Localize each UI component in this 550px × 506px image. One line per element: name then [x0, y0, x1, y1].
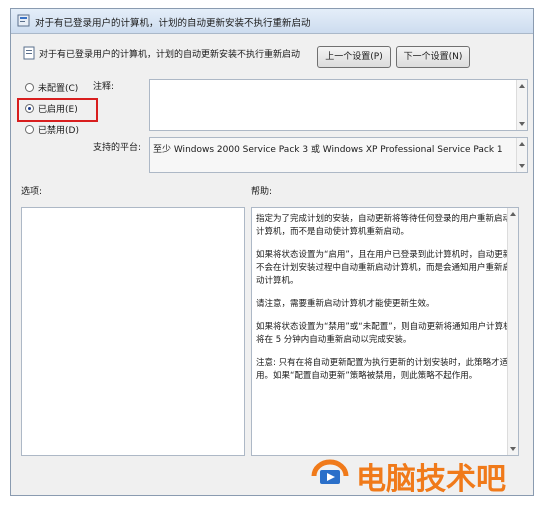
options-label: 选项:	[21, 187, 43, 197]
help-paragraph: 注意: 只有在将自动更新配置为执行更新的计划安装时，此策略才适用。如果“配置自动…	[256, 358, 509, 381]
comment-label: 注释:	[93, 82, 115, 92]
radio-button[interactable]	[25, 125, 34, 134]
supported-scrollbar[interactable]	[516, 138, 527, 172]
radio-not-configured[interactable]: 未配置(C)	[25, 81, 78, 97]
scroll-down-icon[interactable]	[519, 164, 525, 168]
watermark: 电脑技术吧	[306, 450, 542, 498]
help-text: 指定为了完成计划的安装，自动更新将等待任何登录的用户重新启动计算机，而不是自动使…	[256, 213, 514, 393]
help-paragraph: 请注意，需要重新启动计算机才能使更新生效。	[256, 299, 435, 309]
help-paragraph: 如果将状态设置为“禁用”或“未配置”，则自动更新将通知用户计算机将在 5 分钟内…	[256, 322, 512, 345]
policy-document-icon	[23, 46, 35, 60]
title-bar[interactable]: 对于有已登录用户的计算机，计划的自动更新安装不执行重新启动	[11, 9, 533, 34]
next-setting-button[interactable]: 下一个设置(N)	[396, 46, 470, 68]
comment-scrollbar[interactable]	[516, 80, 527, 130]
help-scrollbar[interactable]	[507, 208, 518, 455]
policy-settings-icon	[17, 14, 30, 27]
policy-dialog: 对于有已登录用户的计算机，计划的自动更新安装不执行重新启动 对于有已登录用户的计…	[10, 8, 534, 496]
comment-textarea[interactable]	[149, 79, 528, 131]
supported-platform-value: 至少 Windows 2000 Service Pack 3 或 Windows…	[153, 145, 503, 155]
previous-setting-button[interactable]: 上一个设置(P)	[317, 46, 391, 68]
scroll-up-icon[interactable]	[519, 84, 525, 88]
help-paragraph: 如果将状态设置为“启用”，且在用户已登录到此计算机时，自动更新不会在计划安装过程…	[256, 250, 512, 286]
help-paragraph: 指定为了完成计划的安装，自动更新将等待任何登录的用户重新启动计算机，而不是自动使…	[256, 214, 512, 237]
enabled-highlight-annotation	[17, 98, 98, 122]
scroll-up-icon[interactable]	[510, 212, 516, 216]
policy-name: 对于有已登录用户的计算机，计划的自动更新安装不执行重新启动	[39, 50, 301, 60]
watermark-text: 电脑技术吧	[356, 462, 506, 497]
watermark-logo-icon	[311, 459, 349, 484]
scroll-down-icon[interactable]	[519, 122, 525, 126]
window-title: 对于有已登录用户的计算机，计划的自动更新安装不执行重新启动	[35, 18, 311, 29]
scroll-up-icon[interactable]	[519, 142, 525, 146]
radio-disabled[interactable]: 已禁用(D)	[25, 123, 79, 139]
supported-platform-box: 至少 Windows 2000 Service Pack 3 或 Windows…	[149, 137, 528, 173]
help-panel: 指定为了完成计划的安装，自动更新将等待任何登录的用户重新启动计算机，而不是自动使…	[251, 207, 519, 456]
radio-button[interactable]	[25, 83, 34, 92]
help-label: 帮助:	[251, 187, 273, 197]
options-panel	[21, 207, 245, 456]
supported-platform-label: 支持的平台:	[93, 143, 142, 153]
